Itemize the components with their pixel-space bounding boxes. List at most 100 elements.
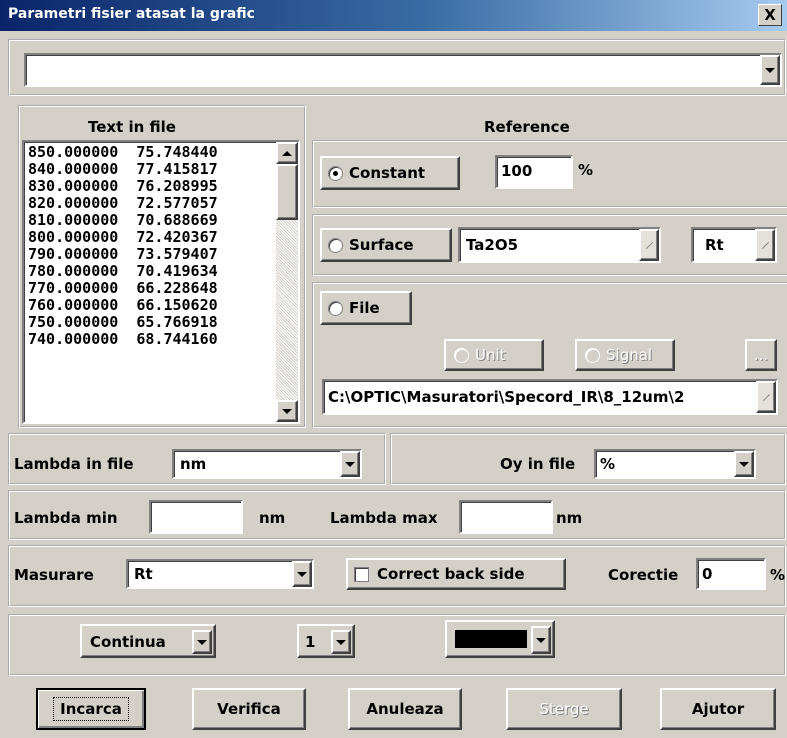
disabled-arrow-icon [645, 241, 653, 249]
signal-label: Signal [606, 346, 653, 364]
lambda-in-file-arrow[interactable] [340, 451, 360, 477]
lambda-max-unit: nm [556, 509, 583, 527]
line-color-swatch [455, 630, 527, 648]
file-path-value: C:\OPTIC\Masuratori\Specord_IR\8_12um\2 [328, 388, 685, 406]
lambda-min-label: Lambda min [14, 509, 118, 527]
surface-material-arrow[interactable] [639, 229, 659, 261]
radio-icon [585, 347, 600, 363]
constant-radio[interactable]: Constant [320, 156, 460, 190]
text-in-file-list[interactable]: 850.000000 75.748440 840.000000 77.41581… [22, 140, 300, 424]
constant-value-input[interactable]: 100 [495, 155, 573, 189]
constant-value: 100 [501, 162, 533, 180]
surface-label: Surface [349, 236, 414, 254]
browse-label: ... [753, 346, 769, 364]
masurare-select[interactable]: Rt [126, 559, 314, 589]
lambda-in-file-select[interactable]: nm [172, 449, 362, 479]
list-item: 820.000000 72.577057 [28, 194, 218, 212]
corectie-input[interactable]: 0 [696, 558, 766, 590]
top-combo-arrow[interactable] [760, 55, 780, 85]
correct-back-side-label: Correct back side [377, 565, 525, 583]
chevron-down-icon [739, 461, 749, 467]
surface-material-select[interactable]: Ta2O5 [458, 227, 661, 263]
scrollbar-thumb[interactable] [276, 164, 298, 220]
ajutor-label: Ajutor [691, 700, 745, 718]
radio-icon [328, 300, 343, 316]
file-radio[interactable]: File [320, 291, 412, 325]
incarca-label: Incarca [53, 697, 129, 721]
chevron-down-icon [282, 408, 292, 414]
line-width-arrow[interactable] [331, 630, 351, 654]
unit-radio[interactable]: Unit [444, 339, 544, 371]
lambda-min-unit: nm [259, 509, 286, 527]
anuleaza-button[interactable]: Anuleaza [348, 688, 462, 730]
surface-material-value: Ta2O5 [466, 236, 519, 254]
incarca-button[interactable]: Incarca [36, 688, 146, 730]
verifica-label: Verifica [217, 700, 281, 718]
line-width-select[interactable]: 1 [297, 624, 355, 658]
list-item: 760.000000 66.150620 [28, 296, 218, 314]
constant-unit: % [578, 161, 594, 179]
oy-in-file-arrow[interactable] [734, 451, 754, 477]
anuleaza-label: Anuleaza [366, 700, 444, 718]
close-button[interactable]: X [758, 4, 782, 26]
sterge-label: Sterge [539, 700, 589, 718]
list-item: 850.000000 75.748440 [28, 143, 218, 161]
list-item: 800.000000 72.420367 [28, 228, 218, 246]
checkbox-icon [354, 566, 369, 582]
list-item: 750.000000 65.766918 [28, 313, 218, 331]
text-in-file-title: Text in file [88, 118, 176, 136]
oy-in-file-select[interactable]: % [594, 449, 756, 479]
top-combo[interactable] [24, 53, 782, 87]
surface-type-select[interactable]: Rt [691, 227, 777, 263]
file-path-select[interactable]: C:\OPTIC\Masuratori\Specord_IR\8_12um\2 [322, 379, 778, 415]
list-item: 840.000000 77.415817 [28, 160, 218, 178]
lambda-min-input[interactable] [149, 500, 243, 534]
chevron-down-icon [536, 637, 546, 643]
surface-type-arrow[interactable] [755, 229, 775, 261]
text-rows: 850.000000 75.748440 840.000000 77.41581… [28, 144, 274, 348]
radio-icon [328, 165, 343, 181]
reference-title: Reference [484, 118, 570, 136]
line-width-value: 1 [305, 633, 316, 651]
surface-radio[interactable]: Surface [320, 228, 452, 262]
chevron-down-icon [765, 67, 775, 73]
line-color-select[interactable] [445, 620, 555, 658]
constant-label: Constant [349, 164, 426, 182]
oy-in-file-label: Oy in file [500, 455, 576, 473]
line-style-select[interactable]: Continua [80, 624, 216, 658]
file-path-arrow[interactable] [756, 381, 776, 413]
list-item: 810.000000 70.688669 [28, 211, 218, 229]
signal-radio[interactable]: Signal [575, 339, 675, 371]
radio-icon [454, 347, 469, 363]
line-style-arrow[interactable] [192, 630, 212, 654]
list-item: 740.000000 68.744160 [28, 330, 218, 348]
chevron-down-icon [197, 639, 207, 645]
disabled-arrow-icon [761, 241, 769, 249]
ajutor-button[interactable]: Ajutor [660, 688, 776, 730]
radio-icon [328, 237, 343, 253]
list-item: 830.000000 76.208995 [28, 177, 218, 195]
list-item: 790.000000 73.579407 [28, 245, 218, 263]
oy-in-file-value: % [600, 455, 616, 473]
masurare-arrow[interactable] [292, 561, 312, 587]
masurare-value: Rt [134, 565, 153, 583]
window-title: Parametri fisier atasat la grafic [8, 6, 255, 22]
chevron-down-icon [297, 571, 307, 577]
lambda-max-input[interactable] [459, 500, 553, 534]
disabled-arrow-icon [762, 393, 770, 401]
browse-button[interactable]: ... [745, 339, 777, 371]
sterge-button[interactable]: Sterge [506, 688, 622, 730]
unit-label: Unit [475, 346, 506, 364]
scroll-up-button[interactable] [276, 142, 298, 164]
line-style-value: Continua [90, 633, 166, 651]
correct-back-side-checkbox[interactable]: Correct back side [346, 558, 566, 590]
line-color-arrow[interactable] [531, 626, 551, 654]
lambda-in-file-label: Lambda in file [14, 455, 134, 473]
file-label: File [349, 299, 380, 317]
chevron-down-icon [345, 461, 355, 467]
scroll-down-button[interactable] [276, 400, 298, 422]
masurare-label: Masurare [14, 566, 94, 584]
lambda-max-label: Lambda max [330, 509, 438, 527]
list-item: 780.000000 70.419634 [28, 262, 218, 280]
verifica-button[interactable]: Verifica [192, 688, 306, 730]
